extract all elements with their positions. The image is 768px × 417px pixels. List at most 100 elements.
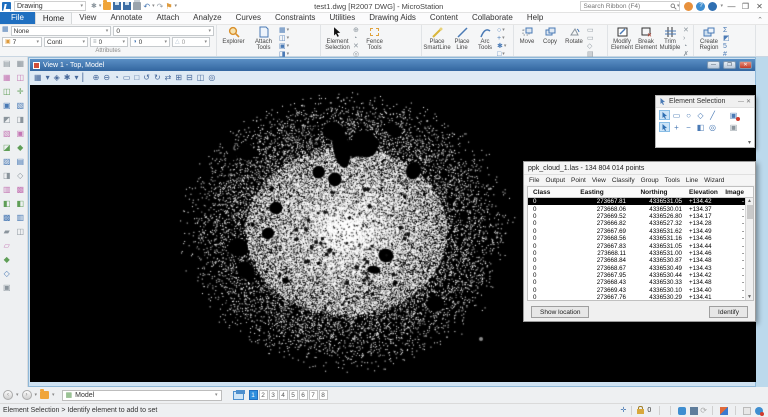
view-toggle-button[interactable]: 3: [269, 390, 278, 400]
chevron-down-icon[interactable]: ▾: [287, 28, 290, 33]
tool-icon[interactable]: ▣: [279, 43, 286, 50]
show-location-button[interactable]: Show location: [531, 306, 589, 318]
arc-tools-button[interactable]: Arc Tools: [474, 26, 496, 51]
view-groups-icon[interactable]: [233, 391, 244, 400]
chevron-down-icon[interactable]: ▾: [16, 393, 19, 398]
tool-icon[interactable]: ◩: [723, 35, 730, 42]
table-row[interactable]: 0 273669.52 4336526.80 +134.17 -: [528, 213, 753, 220]
chevron-down-icon[interactable]: ▾: [504, 44, 507, 49]
tool-icon[interactable]: ◨: [15, 115, 26, 125]
tool-icon[interactable]: ▥: [15, 213, 26, 223]
view-tool-icon[interactable]: ⊖: [103, 72, 110, 84]
flag-icon[interactable]: ⚑: [165, 2, 172, 11]
tool-icon[interactable]: ▦: [1, 73, 12, 83]
vertical-scrollbar[interactable]: ▲ ▼: [745, 198, 753, 300]
table-row[interactable]: 0 273667.76 4336530.29 +134.41 -: [528, 294, 753, 301]
tool-icon[interactable]: ◫: [279, 35, 286, 42]
view-tool-icon[interactable]: ⊟: [186, 72, 193, 84]
ribbon-search[interactable]: ▾: [580, 1, 680, 11]
expand-dialog-icon[interactable]: ▾: [748, 139, 751, 146]
scrollbar-thumb[interactable]: [747, 205, 753, 219]
view-tool-icon[interactable]: ◔: [114, 72, 119, 84]
table-row[interactable]: 0 273667.83 4336531.05 +134.44 -: [528, 242, 753, 249]
sync-icon[interactable]: ⟳: [700, 407, 707, 415]
view-toggle-button[interactable]: 6: [299, 390, 308, 400]
table-row[interactable]: 0 273668.43 4336530.33 +134.48 -: [528, 279, 753, 286]
tool-icon[interactable]: +: [497, 35, 501, 42]
template-select[interactable]: None▾: [11, 26, 112, 36]
menu-item[interactable]: Classify: [609, 177, 638, 184]
table-row[interactable]: 0 273668.56 4336531.16 +134.46 -: [528, 235, 753, 242]
tool-icon[interactable]: ✕: [683, 27, 689, 34]
view-tool-icon[interactable]: ⊕: [93, 72, 100, 84]
ribbon-tab[interactable]: Attach: [149, 12, 186, 24]
tool-icon[interactable]: ▦: [15, 59, 26, 69]
tool-icon[interactable]: ▧: [15, 101, 26, 111]
dialog-minimize-button[interactable]: —: [738, 99, 744, 105]
close-button[interactable]: ✕: [754, 2, 765, 11]
restore-button[interactable]: ❐: [740, 2, 751, 11]
tool-icon[interactable]: ◨: [1, 171, 12, 181]
table-row[interactable]: 0 273667.95 4336530.44 +134.42 -: [528, 272, 753, 279]
ribbon-tab[interactable]: Utilities: [322, 12, 362, 24]
chevron-down-icon[interactable]: ▾: [502, 28, 505, 33]
view-tool-icon[interactable]: ▾: [46, 72, 50, 84]
chevron-down-icon[interactable]: ▾: [287, 36, 290, 41]
menu-item[interactable]: Group: [638, 177, 662, 184]
view-tool-icon[interactable]: ▦: [34, 72, 42, 84]
mode-invert-icon[interactable]: ◧: [695, 122, 706, 132]
tool-icon[interactable]: ▭: [587, 27, 594, 34]
tool-icon[interactable]: ▰: [1, 227, 12, 237]
minimize-button[interactable]: —: [726, 2, 737, 11]
lock-icon[interactable]: [637, 409, 644, 414]
view-tool-icon[interactable]: ⇄: [165, 72, 172, 84]
tool-icon[interactable]: ◧: [15, 199, 26, 209]
ribbon-tab[interactable]: View: [72, 12, 103, 24]
explorer-button[interactable]: Explorer: [219, 26, 248, 45]
ribbon-tab[interactable]: Analyze: [186, 12, 228, 24]
tool-icon[interactable]: ▨: [1, 157, 12, 167]
column-header[interactable]: Easting: [558, 189, 626, 196]
tool-icon[interactable]: ◇: [15, 171, 26, 181]
view-tool-icon[interactable]: ↻: [154, 72, 161, 84]
ribbon-tab[interactable]: Curves: [229, 12, 268, 24]
tool-icon[interactable]: ○: [497, 27, 501, 34]
scroll-down-icon[interactable]: ▼: [747, 294, 752, 300]
tool-icon[interactable]: ▣: [15, 129, 26, 139]
menu-item[interactable]: Point: [568, 177, 589, 184]
tool-icon[interactable]: ◧: [1, 199, 12, 209]
tool-icon[interactable]: ✱: [497, 43, 503, 50]
identify-button[interactable]: Identify: [709, 306, 748, 318]
mode-all-icon[interactable]: ◎: [707, 122, 718, 132]
trim-multiple-button[interactable]: Trim Multiple: [658, 26, 682, 51]
ribbon-tab[interactable]: File: [0, 12, 35, 24]
search-input[interactable]: [581, 3, 669, 10]
view-tool-icon[interactable]: ▭: [123, 72, 131, 84]
tool-icon[interactable]: ›: [683, 35, 685, 42]
messages-icon[interactable]: [678, 407, 686, 415]
notification-bell-icon[interactable]: [684, 2, 693, 11]
tool-icon[interactable]: ✛: [15, 87, 26, 97]
break-element-button[interactable]: ✕ Break Element: [635, 26, 657, 51]
mode-subtract-icon[interactable]: −: [683, 122, 694, 132]
view-toggle-button[interactable]: 1: [249, 390, 258, 400]
rotate-button[interactable]: Rotate: [562, 26, 586, 45]
ribbon-tab[interactable]: Drawing Aids: [362, 12, 423, 24]
select-line-icon[interactable]: ╱: [707, 110, 718, 120]
attach-tools-button[interactable]: Attach Tools: [249, 26, 278, 51]
tool-icon[interactable]: ▤: [15, 157, 26, 167]
browse-models-icon[interactable]: [40, 391, 49, 399]
chevron-down-icon[interactable]: ▾: [99, 4, 102, 9]
menu-item[interactable]: Wizard: [701, 177, 727, 184]
select-individual-icon[interactable]: [659, 110, 670, 120]
tool-icon[interactable]: ▩: [15, 185, 26, 195]
column-header[interactable]: Class: [528, 189, 558, 196]
view-maximize-button[interactable]: ❐: [723, 61, 736, 69]
table-row[interactable]: 0 273667.81 4336531.05 +134.42 -: [528, 198, 753, 205]
chevron-down-icon[interactable]: ▾: [677, 4, 680, 9]
tool-icon[interactable]: ▣: [1, 101, 12, 111]
tool-icon[interactable]: ▦: [279, 27, 286, 34]
tool-icon[interactable]: ◩: [1, 115, 12, 125]
place-line-button[interactable]: Place Line: [451, 26, 473, 51]
tool-icon[interactable]: 5: [723, 43, 727, 50]
